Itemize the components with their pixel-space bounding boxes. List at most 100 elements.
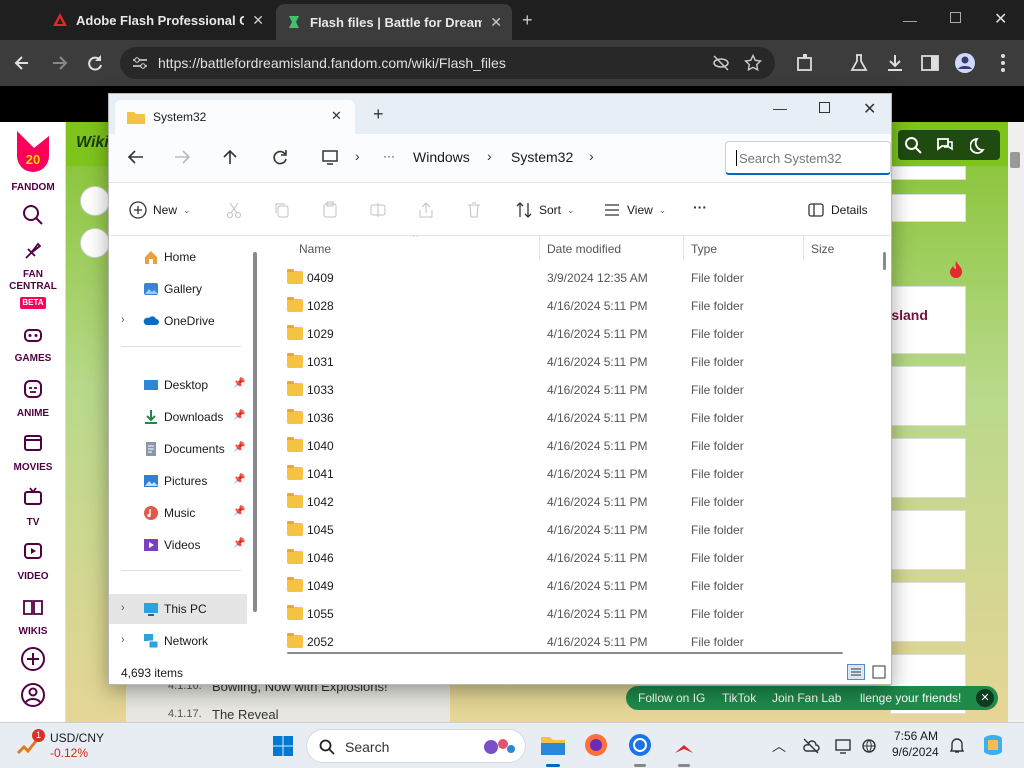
- nav-item-desktop[interactable]: Desktop 📌: [109, 370, 249, 400]
- chevron-right-icon[interactable]: ›: [487, 148, 492, 164]
- tiktok-link[interactable]: TikTok: [722, 691, 756, 705]
- file-row[interactable]: 1042 4/16/2024 5:11 PM File folder: [267, 488, 877, 516]
- stock-widget[interactable]: 1 USD/CNY -0.12%: [14, 729, 104, 765]
- nav-item-pictures[interactable]: Pictures 📌: [109, 466, 249, 496]
- file-row[interactable]: 1041 4/16/2024 5:11 PM File folder: [267, 460, 877, 488]
- nav-item-music[interactable]: Music 📌: [109, 498, 249, 528]
- chevron-right-icon[interactable]: ›: [121, 602, 125, 614]
- monitor-icon[interactable]: [321, 148, 339, 166]
- network-status-icon[interactable]: [860, 737, 878, 755]
- horizontal-scrollbar[interactable]: [287, 652, 843, 654]
- details-pane-button[interactable]: Details: [807, 201, 868, 219]
- chevron-up-icon[interactable]: ︿: [772, 736, 786, 756]
- refresh-icon[interactable]: [271, 148, 289, 166]
- vertical-scrollbar[interactable]: [883, 252, 886, 270]
- pin-icon[interactable]: 📌: [233, 538, 245, 549]
- bookmark-star-icon[interactable]: [744, 54, 762, 72]
- discussions-icon[interactable]: [936, 136, 954, 154]
- movies-icon[interactable]: [22, 432, 44, 454]
- copilot-icon[interactable]: [980, 732, 1006, 758]
- address-bar[interactable]: https://battlefordreamisland.fandom.com/…: [120, 47, 775, 79]
- clock-date[interactable]: 9/6/2024: [892, 745, 939, 759]
- delete-icon[interactable]: [465, 201, 483, 219]
- nav-item-network[interactable]: › Network: [109, 626, 249, 656]
- video-icon[interactable]: [22, 540, 44, 562]
- games-icon[interactable]: [22, 324, 44, 346]
- close-tab-icon[interactable]: ✕: [490, 14, 502, 31]
- nav-item-this-pc[interactable]: › This PC: [109, 594, 247, 624]
- back-icon[interactable]: [127, 149, 145, 165]
- pin-icon[interactable]: 📌: [233, 410, 245, 421]
- file-row[interactable]: 0409 3/9/2024 12:35 AM File folder: [267, 264, 877, 292]
- sort-button[interactable]: Sort ⌄: [515, 201, 575, 219]
- breadcrumb-windows[interactable]: Windows: [413, 149, 470, 165]
- column-header-type[interactable]: Type: [691, 242, 717, 256]
- close-tab-icon[interactable]: ✕: [252, 12, 264, 29]
- paste-icon[interactable]: [321, 201, 339, 219]
- column-header-date-modified[interactable]: Date modified: [547, 242, 621, 256]
- up-arrow-icon[interactable]: [221, 148, 239, 166]
- new-tab-button[interactable]: +: [522, 10, 533, 31]
- wiki-logo[interactable]: Wiki: [76, 134, 109, 152]
- browser-tab-adobe[interactable]: Adobe Flash Professional CS5 | ✕: [42, 0, 274, 40]
- forward-icon[interactable]: [173, 149, 191, 165]
- minimize-icon[interactable]: —: [773, 100, 787, 116]
- search-box[interactable]: Search System32: [725, 141, 891, 175]
- file-row[interactable]: 1049 4/16/2024 5:11 PM File folder: [267, 572, 877, 600]
- windows-start-icon[interactable]: [272, 735, 294, 757]
- close-tab-icon[interactable]: ✕: [331, 108, 342, 124]
- file-row[interactable]: 1046 4/16/2024 5:11 PM File folder: [267, 544, 877, 572]
- explorer-tab[interactable]: System32 ✕: [115, 100, 355, 134]
- forward-icon[interactable]: [48, 52, 70, 74]
- pin-icon[interactable]: 📌: [233, 506, 245, 517]
- taskbar-search[interactable]: Search: [306, 729, 526, 763]
- pin-icon[interactable]: 📌: [233, 442, 245, 453]
- clock-time[interactable]: 7:56 AM: [894, 729, 938, 743]
- minimize-window-icon[interactable]: —: [903, 12, 917, 28]
- pin-icon[interactable]: 📌: [233, 378, 245, 389]
- sidebar-item-wikis[interactable]: WIKIS: [0, 626, 66, 637]
- sidebar-item-tv[interactable]: TV: [0, 517, 66, 528]
- anime-icon[interactable]: [22, 378, 44, 400]
- sidebar-item-anime[interactable]: ANIME: [0, 408, 66, 419]
- view-button[interactable]: View ⌄: [603, 201, 666, 219]
- column-header-name[interactable]: Name: [299, 242, 331, 256]
- join-fan-lab-link[interactable]: Join Fan Lab: [772, 691, 841, 705]
- eye-off-icon[interactable]: [712, 54, 730, 72]
- file-row[interactable]: 1045 4/16/2024 5:11 PM File folder: [267, 516, 877, 544]
- restore-window-icon[interactable]: [950, 12, 961, 23]
- chevron-right-icon[interactable]: ›: [121, 314, 125, 326]
- rename-icon[interactable]: [369, 201, 387, 219]
- add-icon[interactable]: [20, 646, 46, 672]
- tv-icon[interactable]: [22, 486, 44, 508]
- notification-bell-icon[interactable]: [948, 736, 966, 754]
- download-icon[interactable]: [884, 52, 906, 74]
- fandom-brand-label[interactable]: FANDOM: [0, 182, 66, 193]
- search-icon[interactable]: [904, 136, 922, 154]
- chevron-right-icon[interactable]: ›: [589, 148, 594, 164]
- tiles-view-icon[interactable]: [871, 664, 887, 680]
- maximize-icon[interactable]: [819, 102, 830, 113]
- share-icon[interactable]: [417, 201, 435, 219]
- new-tab-button[interactable]: +: [373, 104, 384, 125]
- menu-kebab-icon[interactable]: [992, 52, 1014, 74]
- display-icon[interactable]: [834, 737, 852, 755]
- nav-item-home[interactable]: Home: [109, 242, 249, 272]
- edit-pencil-icon[interactable]: [80, 228, 110, 258]
- firefox-icon[interactable]: [584, 733, 608, 757]
- sidebar-item-movies[interactable]: MOVIES: [0, 462, 66, 473]
- dark-mode-icon[interactable]: [970, 136, 988, 154]
- breadcrumb-overflow[interactable]: ···: [383, 149, 395, 163]
- sidebar-item-fan-central[interactable]: FAN CENTRAL: [0, 269, 66, 293]
- nav-item-onedrive[interactable]: › OneDrive: [109, 306, 249, 336]
- extensions-icon[interactable]: [794, 52, 816, 74]
- fandom-logo-icon[interactable]: 20: [14, 130, 52, 174]
- page-scrollbar[interactable]: [1008, 122, 1024, 722]
- toc-toggle-icon[interactable]: [80, 186, 110, 216]
- pin-icon[interactable]: 📌: [233, 474, 245, 485]
- nav-item-gallery[interactable]: Gallery: [109, 274, 249, 304]
- profile-avatar-icon[interactable]: [954, 52, 976, 74]
- chrome-icon[interactable]: [628, 733, 652, 757]
- browser-tab-fandom[interactable]: Flash files | Battle for Dream Isl ✕: [276, 4, 512, 40]
- nav-scrollbar[interactable]: [253, 252, 257, 612]
